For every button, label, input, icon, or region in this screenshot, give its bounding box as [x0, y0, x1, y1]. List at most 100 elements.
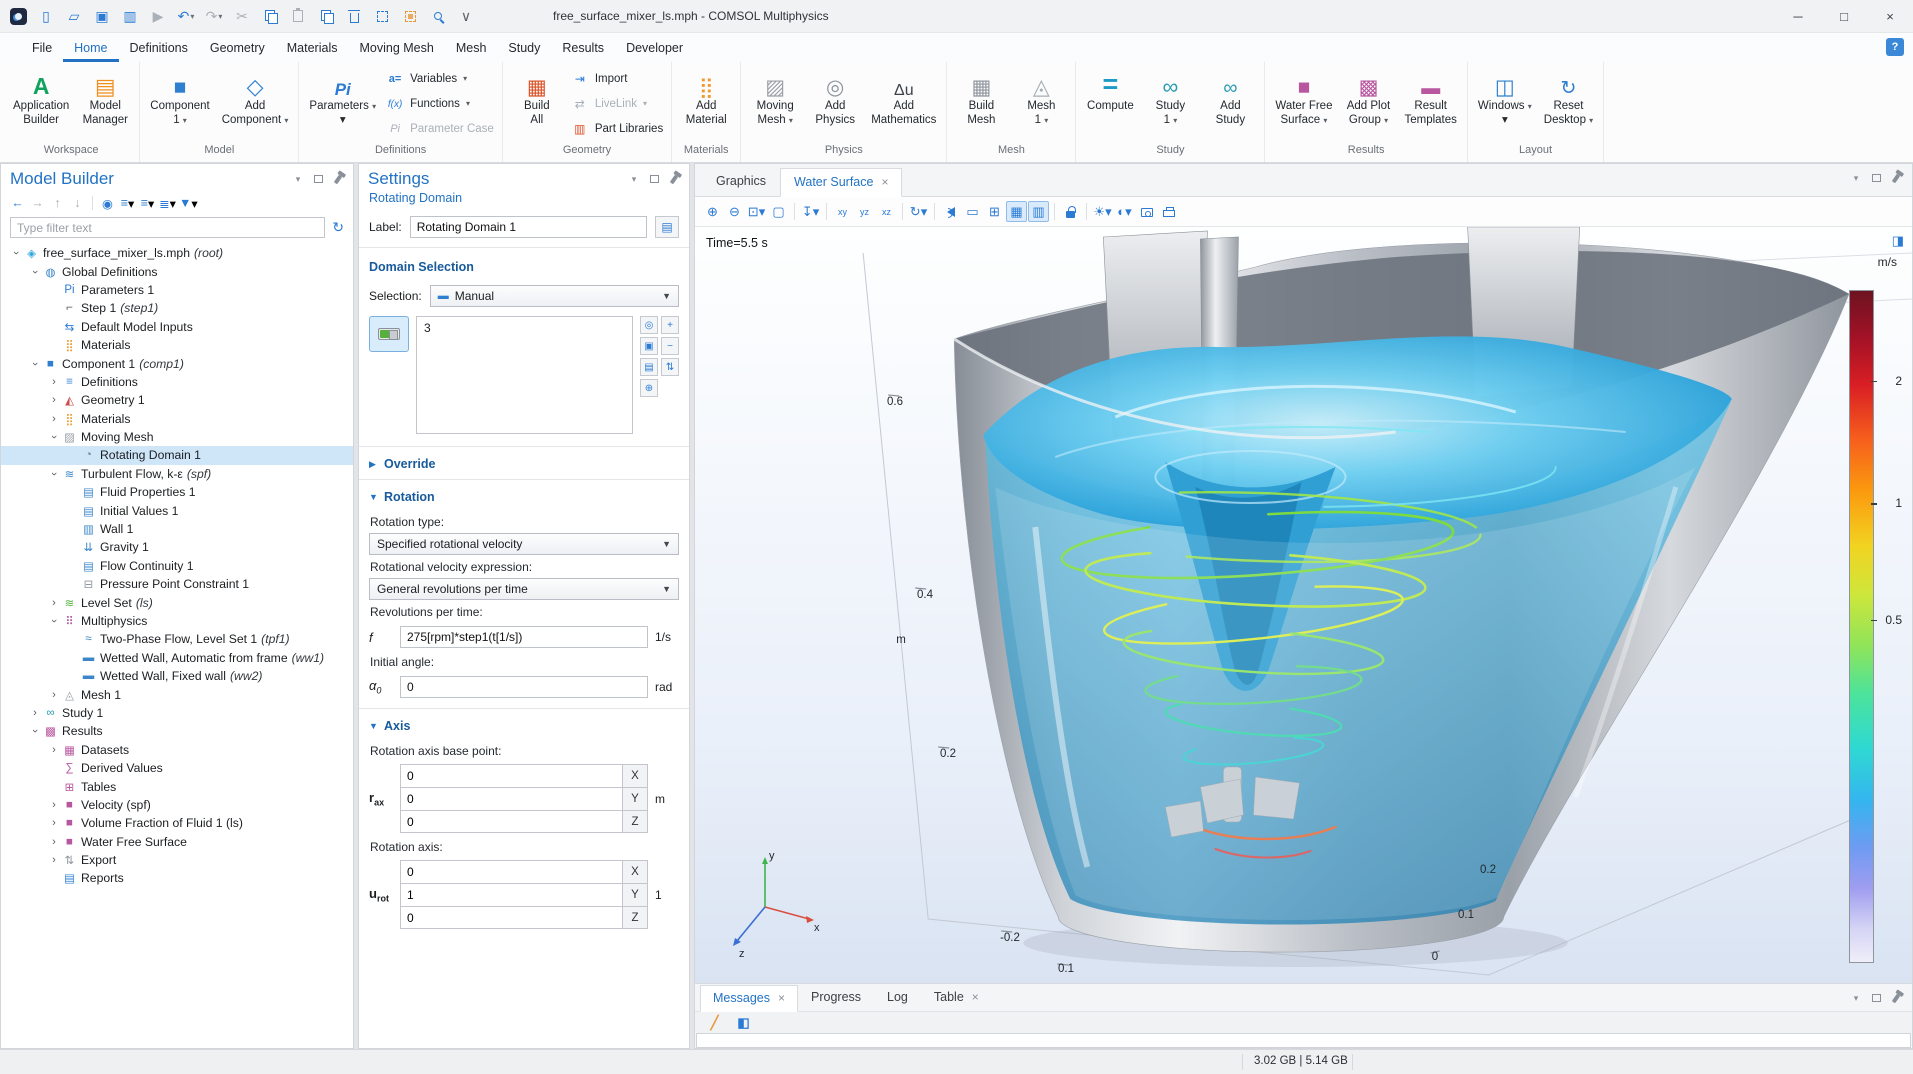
result-templates-button[interactable]: ▬ResultTemplates [1399, 67, 1461, 141]
sound-icon[interactable] [940, 201, 961, 222]
tree-item[interactable]: ›⣿Materials [1, 410, 353, 428]
twisty-icon[interactable]: › [47, 817, 61, 829]
tab-definitions[interactable]: Definitions [119, 33, 199, 62]
legend-toggle-icon[interactable]: ◨ [1892, 233, 1904, 249]
tab-results[interactable]: Results [551, 33, 615, 62]
rotation-axis-y-input[interactable] [400, 883, 623, 906]
copy-selection-button[interactable]: ▣ [640, 337, 658, 355]
tab-log[interactable]: Log [874, 984, 921, 1011]
tree-item[interactable]: ▥Wall 1 [1, 520, 353, 538]
twisty-icon[interactable]: › [47, 413, 61, 425]
maximize-button[interactable]: □ [1821, 0, 1867, 32]
tree-item[interactable]: ›■Velocity (spf) [1, 796, 353, 814]
snapshot-icon[interactable] [1136, 201, 1157, 222]
move-down-icon[interactable]: ↓ [69, 194, 86, 212]
paste-icon[interactable] [286, 4, 310, 28]
tree-item[interactable]: ›∞Study 1 [1, 704, 353, 722]
tree-item[interactable]: ›▨Moving Mesh [1, 428, 353, 446]
twisty-icon[interactable]: › [47, 597, 61, 609]
refresh-icon[interactable]: ↻ [332, 219, 344, 236]
chevron-down-icon[interactable]: ▾ [1850, 172, 1862, 184]
zoom-extents-icon[interactable]: ▢ [768, 201, 789, 222]
reset-desktop-button[interactable]: ↻ResetDesktop ▾ [1539, 67, 1598, 141]
tree-item[interactable]: ⊞Tables [1, 777, 353, 795]
customize-toolbar-icon[interactable]: ∨ [454, 4, 478, 28]
rename-icon[interactable]: ▤ [655, 216, 679, 238]
selection-dropdown[interactable]: ▬ Manual ▼ [430, 285, 679, 307]
chevron-down-icon[interactable]: ▾ [292, 173, 304, 185]
rotation-axis-z-input[interactable] [400, 906, 623, 929]
tab-developer[interactable]: Developer [615, 33, 694, 62]
tree-item[interactable]: ›◭Geometry 1 [1, 391, 353, 409]
undo-icon[interactable]: ↶▾ [174, 4, 198, 28]
functions-button[interactable]: f(x)Functions▾ [386, 94, 494, 113]
close-icon[interactable]: × [972, 990, 979, 1004]
twisty-icon[interactable]: › [28, 725, 42, 737]
tree-item[interactable]: PiParameters 1 [1, 281, 353, 299]
show-options-icon[interactable]: ◉ [99, 194, 116, 212]
expand-all-icon[interactable]: ≡▾ [139, 194, 156, 212]
add-plot-group-button[interactable]: ▩Add PlotGroup ▾ [1339, 67, 1397, 141]
collapse-all-icon[interactable]: ≡▾ [119, 194, 136, 212]
study-1-button[interactable]: ∞Study1 ▾ [1141, 67, 1199, 141]
print-icon[interactable] [1158, 201, 1179, 222]
active-selection-toggle[interactable] [369, 316, 409, 352]
tree-item[interactable]: ▬Wetted Wall, Fixed wall(ww2) [1, 667, 353, 685]
refresh-view-icon[interactable]: ↻▾ [908, 201, 929, 222]
clear-selection-icon[interactable] [398, 4, 422, 28]
add-mathematics-button[interactable]: ΔuAddMathematics [866, 67, 941, 141]
tree-item[interactable]: ›■Component 1(comp1) [1, 354, 353, 372]
rotation-type-dropdown[interactable]: Specified rotational velocity ▼ [369, 533, 679, 555]
float-icon[interactable] [648, 173, 660, 185]
livelink-button[interactable]: ⇄LiveLink▾ [571, 94, 663, 113]
tree-item[interactable]: ›⇅Export [1, 851, 353, 869]
model-manager-button[interactable]: ▤ModelManager [76, 67, 134, 141]
base-point-y-input[interactable] [400, 787, 623, 810]
rve-dropdown[interactable]: General revolutions per time ▼ [369, 578, 679, 600]
zoom-in-icon[interactable]: ⊕ [702, 201, 723, 222]
tree-item[interactable]: ▤Flow Continuity 1 [1, 557, 353, 575]
tree-item[interactable]: ›◈free_surface_mixer_ls.mph(root) [1, 244, 353, 262]
close-icon[interactable]: × [778, 991, 785, 1005]
split-window-icon[interactable]: ⊞ [984, 201, 1005, 222]
windows-button[interactable]: ◫Windows ▾▾ [1473, 67, 1537, 141]
tab-materials[interactable]: Materials [276, 33, 349, 62]
tab-mesh[interactable]: Mesh [445, 33, 498, 62]
close-icon[interactable]: × [881, 175, 888, 189]
tree-item[interactable]: ⌐Step 1(step1) [1, 299, 353, 317]
new-file-icon[interactable]: ▯ [34, 4, 58, 28]
tab-table[interactable]: Table× [921, 984, 992, 1011]
close-button[interactable]: × [1867, 0, 1913, 32]
filter-icon[interactable]: ▼▾ [179, 194, 198, 212]
section-axis[interactable]: ▼ Axis [359, 709, 689, 739]
run-icon[interactable]: ▶ [146, 4, 170, 28]
tree-item[interactable]: ⣿Materials [1, 336, 353, 354]
twisty-icon[interactable]: › [28, 358, 42, 370]
chevron-down-icon[interactable]: ▾ [1850, 992, 1862, 1004]
tab-file[interactable]: File [21, 33, 63, 62]
twisty-icon[interactable]: › [47, 799, 61, 811]
section-override[interactable]: ▶ Override [359, 447, 689, 477]
single-window-icon[interactable]: ▭ [962, 201, 983, 222]
select-box-icon[interactable] [370, 4, 394, 28]
tab-geometry[interactable]: Geometry [199, 33, 276, 62]
tree-item[interactable]: ›◍Global Definitions [1, 262, 353, 280]
duplicate-icon[interactable] [314, 4, 338, 28]
default-3d-view-icon[interactable]: ↧▾ [800, 201, 821, 222]
twisty-icon[interactable]: › [47, 615, 61, 627]
zoom-out-icon[interactable]: ⊖ [724, 201, 745, 222]
view-xy-icon[interactable]: xy [832, 201, 853, 222]
section-rotation[interactable]: ▼ Rotation [359, 480, 689, 510]
save-to-model-manager-icon[interactable]: ▥ [118, 4, 142, 28]
rpt-input[interactable] [400, 626, 648, 648]
tree-item[interactable]: ≈Two-Phase Flow, Level Set 1(tpf1) [1, 630, 353, 648]
chevron-down-icon[interactable]: ▾ [628, 173, 640, 185]
graphics-viewport[interactable]: Time=5.5 s 0.60.4m0.2-0.20.10.20.10 ◨ m/… [695, 227, 1912, 983]
twisty-icon[interactable]: › [28, 266, 42, 278]
model-tree-nodes-icon[interactable]: ≣▾ [159, 194, 176, 212]
add-physics-button[interactable]: ◎AddPhysics [806, 67, 864, 141]
mesh-1-button[interactable]: ◬Mesh1 ▾ [1012, 67, 1070, 141]
twisty-icon[interactable]: › [28, 707, 42, 719]
plot-in-graphics-icon[interactable]: ▦ [1006, 201, 1027, 222]
filter-messages-icon[interactable]: ╱ [704, 1012, 725, 1033]
